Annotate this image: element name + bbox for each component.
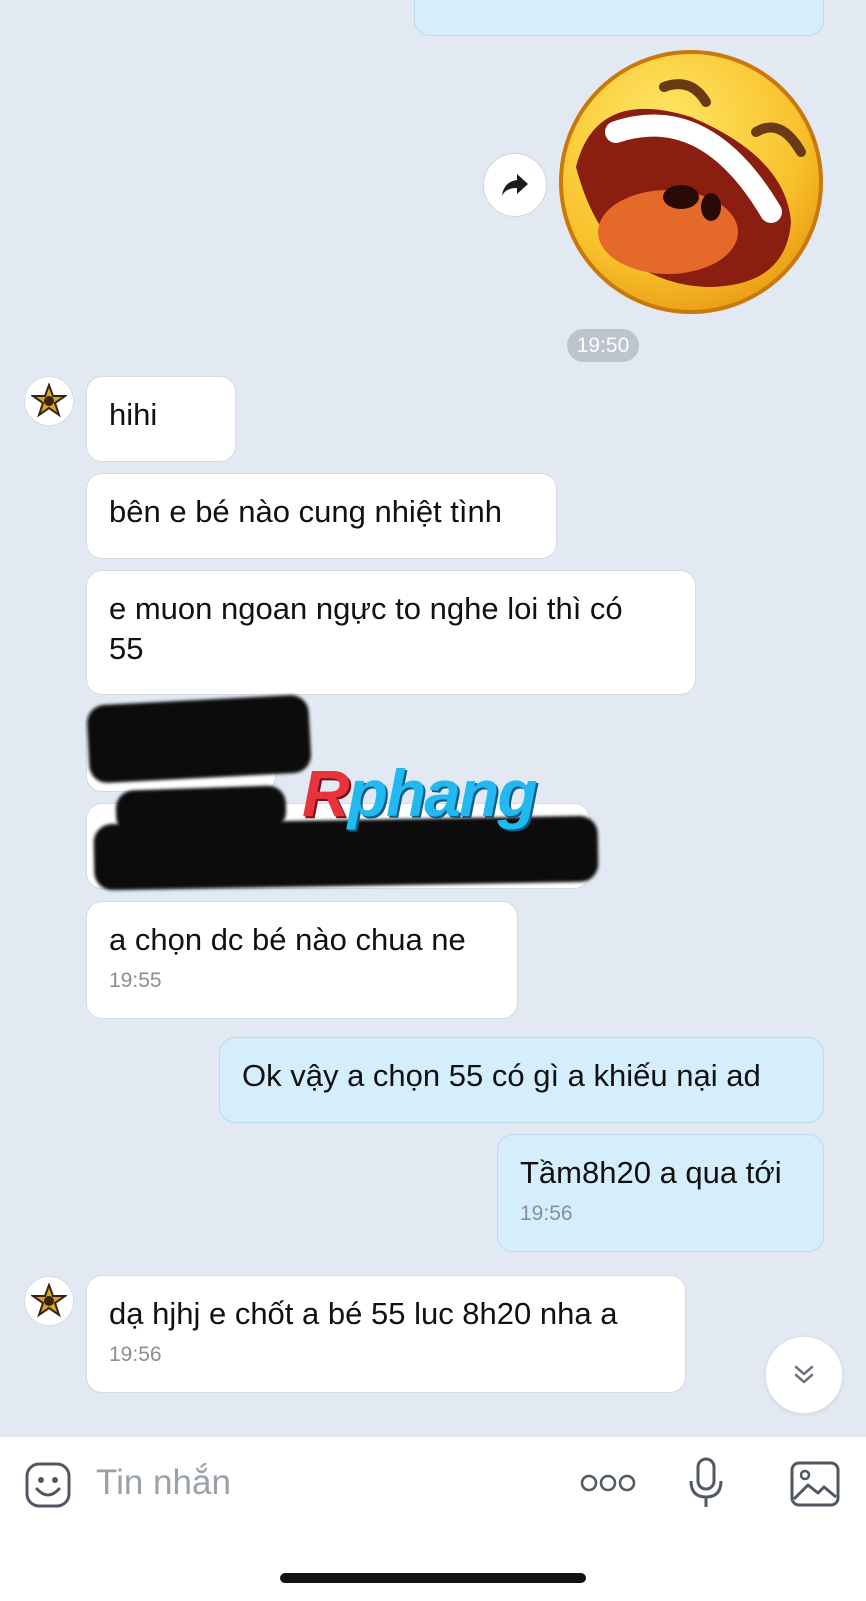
avatar-star-icon: [31, 383, 67, 418]
outgoing-message: Ok vậy a chọn 55 có gì a khiếu nại ad: [219, 1037, 824, 1123]
message-text: dạ hjhj e chốt a bé 55 luc 8h20 nha a: [109, 1296, 618, 1331]
scroll-down-icon: [794, 1365, 814, 1384]
incoming-message: hihi: [86, 376, 236, 462]
message-time: 19:56: [520, 1202, 573, 1225]
microphone-icon[interactable]: [688, 1457, 724, 1509]
more-icon[interactable]: [580, 1473, 636, 1493]
incoming-message: bên e bé nào cung nhiệt tình: [86, 473, 557, 559]
avatar: [24, 1276, 74, 1326]
cutoff-outgoing-bubble: [414, 0, 824, 36]
image-icon[interactable]: [790, 1461, 840, 1507]
watermark-red: R: [302, 756, 350, 830]
redaction-mark: [86, 694, 312, 784]
scroll-to-bottom-button[interactable]: [765, 1336, 843, 1414]
message-input[interactable]: Tin nhắn: [96, 1461, 231, 1505]
watermark-logo: Rphang: [302, 756, 538, 830]
message-text: Ok vậy a chọn 55 có gì a khiếu nại ad: [242, 1058, 761, 1093]
message-text: a chọn dc bé nào chua ne: [109, 922, 466, 957]
message-text: Tầm8h20 a qua tới: [520, 1155, 782, 1190]
home-indicator: [280, 1573, 586, 1583]
message-text: bên e bé nào cung nhiệt tình: [109, 494, 502, 529]
share-button[interactable]: [483, 153, 547, 217]
message-time: 19:55: [109, 969, 162, 992]
incoming-message: dạ hjhj e chốt a bé 55 luc 8h20 nha a 19…: [86, 1275, 686, 1393]
message-input-bar: Tin nhắn: [0, 1436, 866, 1601]
message-time: 19:56: [109, 1343, 162, 1366]
message-text: hihi: [109, 397, 158, 432]
avatar-star-icon: [31, 1283, 67, 1318]
message-text: e muon ngoan ngực to nghe loi thì có 55: [109, 591, 623, 666]
sticker-icon[interactable]: [24, 1461, 72, 1509]
avatar: [24, 376, 74, 426]
incoming-message: e muon ngoan ngực to nghe loi thì có 55: [86, 570, 696, 695]
incoming-message: a chọn dc bé nào chua ne 19:55: [86, 901, 518, 1019]
watermark-blue: phang: [347, 756, 538, 830]
timestamp-pill: 19:50: [567, 329, 639, 362]
laughing-sticker[interactable]: [556, 47, 826, 317]
outgoing-message: Tầm8h20 a qua tới 19:56: [497, 1134, 824, 1252]
share-icon: [502, 174, 528, 196]
